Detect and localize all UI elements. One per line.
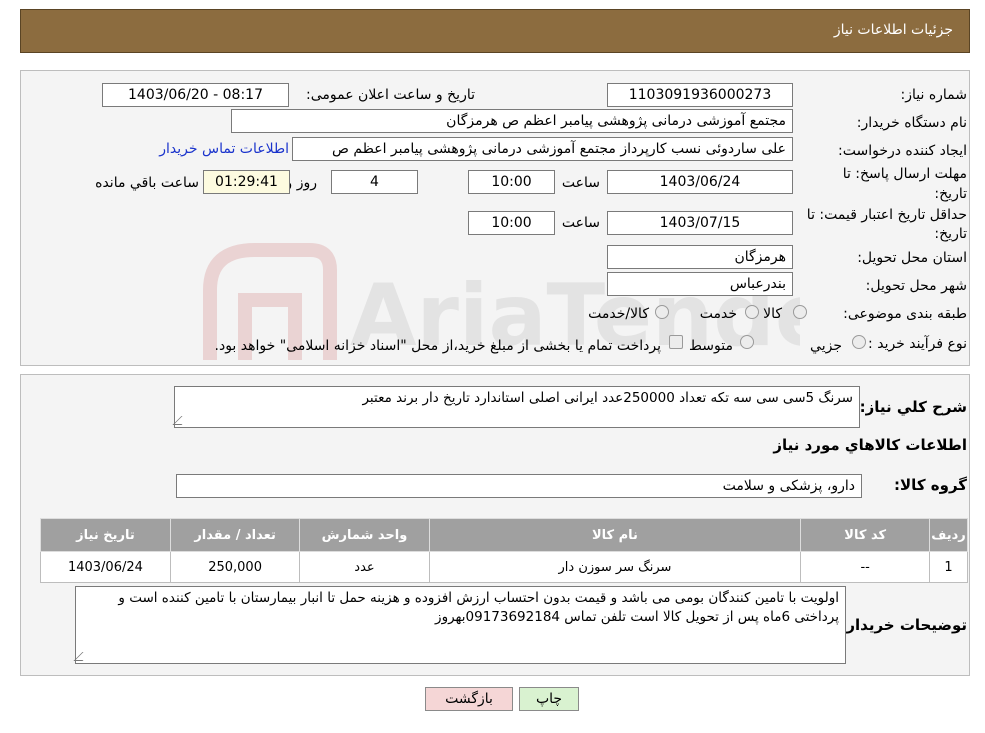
deadline-label-line1: مهلت ارسال پاسخ: تا — [842, 166, 967, 182]
validity-date-field: 1403/07/15 — [607, 211, 793, 235]
days-field: 4 — [331, 170, 418, 194]
city-label: شهر محل تحویل: — [865, 278, 967, 294]
col-item-code: کد کالا — [800, 518, 931, 552]
deadline-time-label: ساعت — [561, 175, 600, 191]
summary-text: سرنگ 5سی سی سه تکه تعداد 250000عدد ایران… — [362, 390, 853, 406]
remaining-label: ساعت باقي مانده — [95, 175, 199, 191]
category-goods-label: کالا — [763, 306, 782, 322]
page-title: جزئیات اطلاعات نیاز — [833, 22, 953, 38]
resize-grip-icon[interactable] — [73, 652, 92, 661]
days-label: روز و — [285, 175, 318, 191]
deadline-time-field: 10:00 — [468, 170, 555, 194]
print-button[interactable]: چاپ — [519, 687, 579, 711]
announce-field: 1403/06/20 - 08:17 — [102, 83, 289, 107]
col-need-date: تاريخ نياز — [40, 518, 171, 552]
deadline-label-line2: تاریخ: — [934, 186, 967, 202]
summary-field: سرنگ 5سی سی سه تکه تعداد 250000عدد ایران… — [172, 386, 860, 428]
validity-label-line2: تاریخ: — [934, 226, 967, 242]
process-treasury-note: پرداخت تمام یا بخشی از مبلغ خرید،از محل … — [214, 338, 661, 354]
page-header: جزئیات اطلاعات نیاز — [20, 9, 970, 53]
city-field: بندرعباس — [607, 272, 793, 296]
col-row-number: رديف — [929, 518, 968, 552]
table-row: 1 -- سرنگ سر سوزن دار عدد 250,000 1403/0… — [40, 551, 968, 583]
cell-unit: عدد — [299, 551, 430, 583]
remaining-time-field: 01:29:41 — [203, 170, 290, 194]
cell-need-date: 1403/06/24 — [40, 551, 171, 583]
table-header-row: رديف کد کالا نام کالا واحد شمارش تعداد /… — [40, 518, 968, 552]
province-field: هرمزگان — [607, 245, 793, 269]
summary-label: شرح کلي نياز: — [859, 398, 967, 416]
back-button[interactable]: بازگشت — [425, 687, 513, 711]
process-minor-radio[interactable] — [852, 335, 866, 349]
buyer-notes-field: اولویت با تامین کنندگان بومی می باشد و ق… — [73, 586, 846, 664]
category-goods-service-label: کالا/خدمت — [588, 306, 649, 322]
goods-group-label: گروه کالا: — [894, 476, 967, 494]
col-quantity: تعداد / مقدار — [169, 518, 301, 552]
buyer-org-label: نام دستگاه خریدار: — [856, 115, 967, 131]
buyer-notes-label: توضیحات خریدار: — [840, 616, 967, 634]
deadline-date-field: 1403/06/24 — [607, 170, 793, 194]
announce-label: تاریخ و ساعت اعلان عمومی: — [306, 87, 475, 103]
goods-info-title: اطلاعات کالاهاي مورد نياز — [773, 436, 967, 454]
cell-item-name: سرنگ سر سوزن دار — [428, 551, 802, 583]
province-label: استان محل تحویل: — [857, 250, 967, 266]
process-medium-radio[interactable] — [740, 335, 754, 349]
need-number-label: شماره نیاز: — [900, 87, 968, 103]
buyer-org-field: مجتمع آموزشی درمانی پژوهشی پیامبر اعظم ص… — [231, 109, 793, 133]
goods-group-field: دارو، پزشکی و سلامت — [176, 474, 862, 498]
process-treasury-checkbox[interactable] — [669, 335, 683, 349]
goods-table: رديف کد کالا نام کالا واحد شمارش تعداد /… — [40, 518, 968, 583]
validity-label-line1: حداقل تاریخ اعتبار قیمت: تا — [806, 207, 967, 223]
creator-label: ایجاد کننده درخواست: — [838, 143, 967, 159]
cell-quantity: 250,000 — [169, 551, 301, 583]
category-label: طبقه بندی موضوعی: — [843, 306, 967, 322]
buyer-contact-link[interactable]: اطلاعات تماس خریدار — [159, 141, 289, 157]
col-unit: واحد شمارش — [299, 518, 430, 552]
validity-time-field: 10:00 — [468, 211, 555, 235]
creator-field: علی ساردوئی نسب کارپرداز مجتمع آموزشی در… — [292, 137, 793, 161]
validity-time-label: ساعت — [561, 215, 600, 231]
category-service-radio[interactable] — [745, 305, 759, 319]
process-minor-label: جزیي — [810, 338, 842, 354]
need-number-field: 1103091936000273 — [607, 83, 793, 107]
buyer-notes-text: اولویت با تامین کنندگان بومی می باشد و ق… — [118, 590, 839, 625]
process-medium-label: متوسط — [689, 338, 733, 354]
resize-grip-icon[interactable] — [172, 416, 191, 425]
category-service-label: خدمت — [699, 306, 737, 322]
col-item-name: نام کالا — [428, 518, 802, 552]
category-goods-service-radio[interactable] — [655, 305, 669, 319]
cell-row-number: 1 — [929, 551, 968, 583]
process-label: نوع فرآیند خرید : — [868, 336, 967, 352]
cell-item-code: -- — [800, 551, 931, 583]
category-goods-radio[interactable] — [793, 305, 807, 319]
